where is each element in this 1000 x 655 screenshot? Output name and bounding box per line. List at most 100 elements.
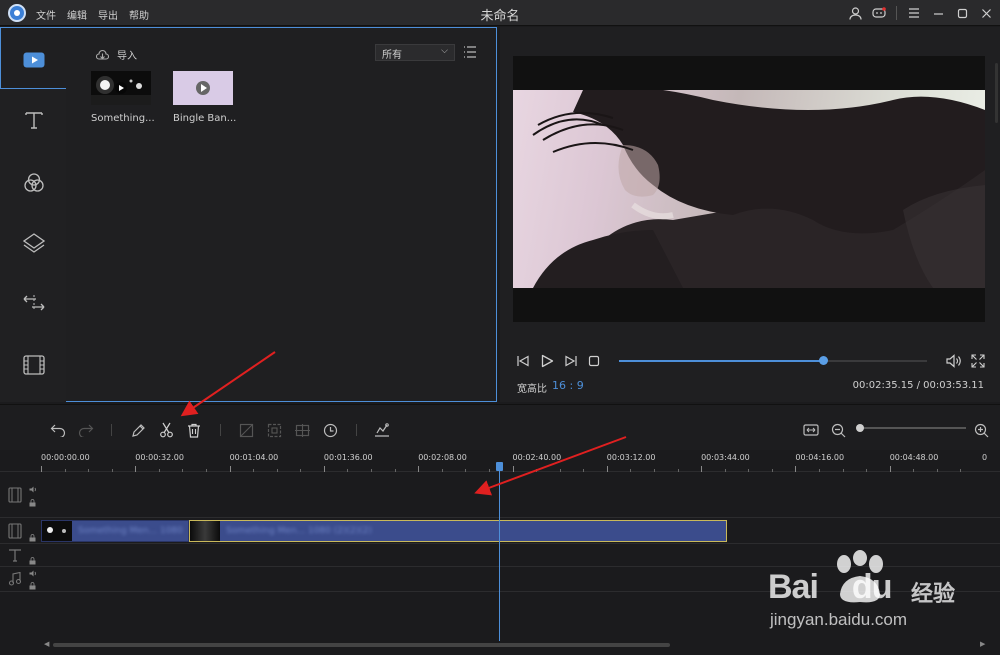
zoom-in-button[interactable]	[972, 421, 990, 439]
ruler-minor-tick	[371, 469, 373, 472]
zoom-slider-handle[interactable]	[856, 424, 864, 432]
ruler-minor-tick	[677, 469, 679, 472]
video-icon	[23, 52, 44, 68]
redo-button[interactable]	[77, 421, 95, 439]
rail-filters-button[interactable]	[0, 153, 67, 213]
menu-help[interactable]: 帮助	[129, 7, 149, 22]
zoom-out-button[interactable]	[829, 421, 847, 439]
menu-edit[interactable]: 编辑	[67, 7, 87, 22]
play-icon[interactable]	[540, 354, 554, 368]
edit-button[interactable]	[129, 421, 147, 439]
list-icon	[464, 46, 476, 58]
scroll-right-icon[interactable]: ▶	[980, 640, 985, 648]
video-preview[interactable]	[513, 56, 985, 322]
maximize-button[interactable]	[952, 3, 972, 23]
lock-icon[interactable]	[29, 582, 36, 590]
list-view-button[interactable]	[463, 46, 477, 61]
media-item-label: Bingle Ban...	[173, 113, 237, 124]
playback-progress-handle[interactable]	[819, 356, 829, 365]
window-controls	[845, 3, 996, 23]
preview-panel: 宽高比 16 : 9 00:02:35.15 / 00:03:53.11	[500, 27, 1000, 402]
ruler-tick-label: 00:00:00.00	[41, 453, 90, 462]
ruler-minor-tick	[960, 469, 962, 472]
ruler-major-tick	[323, 466, 325, 472]
chevron-down-icon: ⌵	[441, 46, 448, 56]
rail-overlays-button[interactable]	[0, 213, 67, 273]
freeze-frame-button[interactable]	[293, 421, 311, 439]
lock-icon[interactable]	[29, 557, 36, 565]
crop-button[interactable]	[237, 421, 255, 439]
crop-icon	[239, 423, 253, 437]
import-button[interactable]: 导入	[96, 47, 137, 62]
account-button[interactable]	[845, 3, 865, 23]
more-button[interactable]	[904, 3, 924, 23]
menu-export[interactable]: 导出	[98, 7, 118, 22]
watermark-url: jingyan.baidu.com	[770, 610, 908, 629]
ruler-minor-tick	[347, 469, 349, 472]
speaker-icon[interactable]	[29, 570, 37, 577]
rail-transitions-button[interactable]	[0, 273, 67, 333]
aspect-ratio-value[interactable]: 16 : 9	[552, 379, 584, 392]
minimize-button[interactable]	[928, 3, 948, 23]
preview-scrollbar[interactable]	[995, 63, 998, 123]
ruler-major-tick	[701, 466, 703, 472]
scissors-icon	[159, 422, 173, 438]
timeline-clip[interactable]: Something Men... 1080	[41, 520, 189, 542]
next-frame-icon[interactable]	[564, 355, 578, 367]
playback-timecode: 00:02:35.15 / 00:03:53.11	[852, 380, 984, 391]
ruler-minor-tick	[818, 469, 820, 472]
ruler-minor-tick	[64, 469, 66, 472]
ruler-major-tick	[512, 466, 514, 472]
delete-button[interactable]	[185, 421, 203, 439]
speaker-icon[interactable]	[29, 486, 37, 493]
playback-controls	[516, 354, 600, 368]
playback-progress-bar[interactable]	[619, 356, 927, 365]
playhead[interactable]	[499, 466, 500, 641]
menu-bar: 文件 编辑 导出 帮助	[36, 7, 149, 22]
timeline-clip-selected[interactable]: Something Men... 1080 (2)(2)(2)	[189, 520, 727, 542]
split-button[interactable]	[157, 421, 175, 439]
fullscreen-icon[interactable]	[971, 354, 985, 368]
feedback-button[interactable]	[869, 3, 889, 23]
ruler-major-tick	[795, 466, 797, 472]
duration-button[interactable]	[321, 421, 339, 439]
previous-frame-icon[interactable]	[516, 355, 530, 367]
mosaic-button[interactable]	[265, 421, 283, 439]
ruler-tick-label: 00:03:44.00	[701, 453, 750, 462]
playhead-handle[interactable]	[496, 462, 503, 471]
lock-icon[interactable]	[29, 534, 36, 542]
ruler-tick-label: 00:01:04.00	[229, 453, 279, 462]
audio-edit-button[interactable]	[373, 421, 391, 439]
mosaic-icon	[267, 423, 281, 437]
undo-button[interactable]	[49, 421, 67, 439]
lock-icon[interactable]	[29, 499, 36, 507]
text-icon	[24, 112, 43, 129]
rail-media-button[interactable]	[0, 30, 67, 90]
close-button[interactable]	[976, 3, 996, 23]
ruler-major-tick	[889, 466, 891, 472]
scroll-left-icon[interactable]: ◀	[44, 640, 49, 648]
ruler-tick-label: 0	[982, 453, 988, 462]
volume-icon[interactable]	[946, 354, 962, 368]
freeze-icon	[294, 423, 310, 437]
ruler-minor-tick	[465, 469, 467, 472]
ruler-minor-tick	[300, 469, 302, 472]
menu-file[interactable]: 文件	[36, 7, 56, 22]
clip-name: Something Men... 1080	[78, 526, 183, 536]
rail-elements-button[interactable]	[0, 335, 67, 395]
zoom-slider[interactable]	[858, 427, 966, 429]
media-item-label: Something...	[91, 113, 155, 124]
user-icon	[848, 6, 862, 20]
clock-icon	[323, 423, 337, 437]
fit-timeline-button[interactable]	[802, 421, 820, 439]
timeline-horizontal-scrollbar[interactable]	[53, 643, 670, 647]
ruler-major-tick	[229, 466, 231, 472]
toolbar-divider	[111, 424, 112, 436]
media-filter-select[interactable]: 所有 ⌵	[375, 44, 455, 61]
rail-text-button[interactable]	[0, 90, 67, 150]
ruler-major-tick	[135, 466, 137, 472]
media-item-audio[interactable]: Bingle Ban...	[173, 71, 237, 124]
stop-icon[interactable]	[588, 355, 600, 367]
media-item-video[interactable]: Something...	[91, 71, 155, 124]
ruler-minor-tick	[771, 469, 773, 472]
